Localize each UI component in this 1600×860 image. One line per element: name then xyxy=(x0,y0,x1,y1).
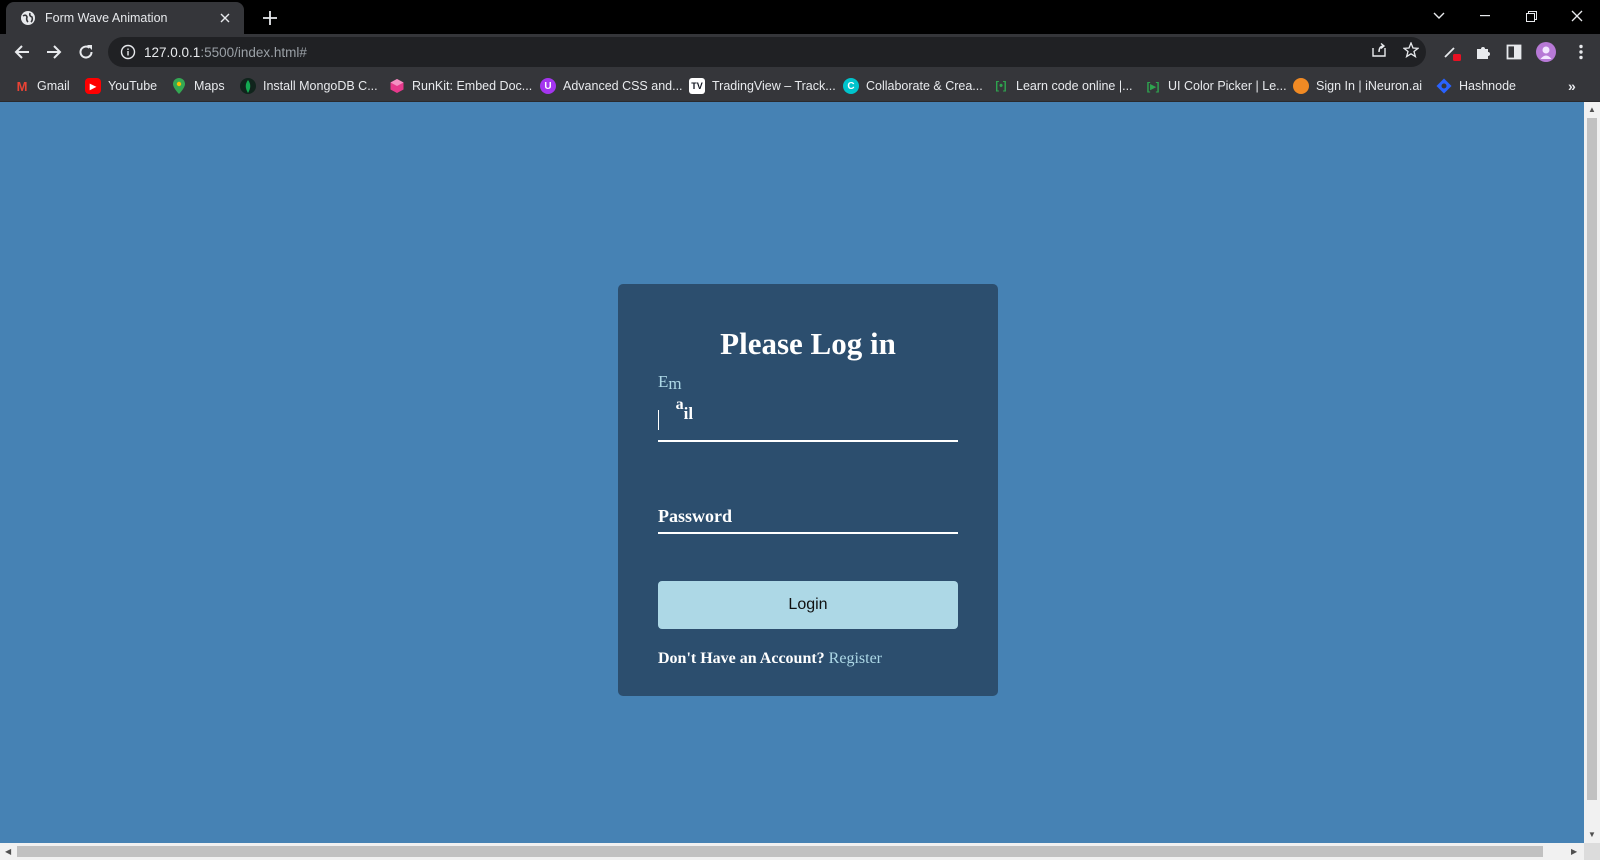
bookmark-ui-color-picker[interactable]: [▸] UI Color Picker | Le... xyxy=(1145,76,1287,96)
vertical-scrollbar[interactable]: ▲ ▼ xyxy=(1584,102,1600,843)
mongodb-icon xyxy=(240,78,256,94)
address-bar[interactable]: 127.0.0.1:5500/index.html# xyxy=(108,37,1426,67)
minimize-icon[interactable] xyxy=(1462,0,1508,32)
share-icon[interactable] xyxy=(1370,41,1388,59)
scroll-down-icon[interactable]: ▼ xyxy=(1588,831,1596,839)
url-host: 127.0.0.1 xyxy=(144,44,201,60)
browser-menu-icon[interactable] xyxy=(1571,42,1591,62)
scroll-up-icon[interactable]: ▲ xyxy=(1588,106,1596,114)
email-label-letter: a xyxy=(675,396,684,413)
register-prompt: Don't Have an Account? xyxy=(658,650,825,667)
email-field[interactable]: Email xyxy=(658,372,958,442)
more-bookmarks-icon[interactable]: » xyxy=(1568,78,1586,94)
email-label-letter: E xyxy=(658,372,669,391)
text-caret xyxy=(658,410,659,430)
password-label: Password xyxy=(658,506,733,526)
bookmark-label: Advanced CSS and... xyxy=(563,79,683,93)
bookmark-tradingview[interactable]: TV TradingView – Track... xyxy=(689,76,836,96)
tab-title: Form Wave Animation xyxy=(45,11,168,25)
register-line: Don't Have an Account? Register xyxy=(658,650,882,668)
vertical-scroll-thumb[interactable] xyxy=(1587,118,1597,800)
restore-icon[interactable] xyxy=(1508,0,1554,32)
bookmark-ineuron[interactable]: Sign In | iNeuron.ai xyxy=(1293,76,1422,96)
bookmark-star-icon[interactable] xyxy=(1402,41,1420,59)
email-label-letter: m xyxy=(668,374,682,393)
bookmark-label: Gmail xyxy=(37,79,70,93)
bookmark-label: Maps xyxy=(194,79,225,93)
register-link[interactable]: Register xyxy=(829,650,882,667)
bookmark-label: YouTube xyxy=(108,79,158,93)
side-panel-icon[interactable] xyxy=(1504,42,1524,62)
bookmark-gmail[interactable]: M Gmail xyxy=(14,76,70,96)
close-window-icon[interactable] xyxy=(1554,0,1600,32)
reload-icon[interactable] xyxy=(72,38,100,66)
email-label-letter: il xyxy=(683,404,694,423)
bookmark-scrimba[interactable]: [•] Learn code online |... xyxy=(993,76,1133,96)
bookmark-label: RunKit: Embed Doc... xyxy=(412,79,533,93)
bookmark-canva[interactable]: C Collaborate & Crea... xyxy=(843,76,983,96)
login-button[interactable]: Login xyxy=(658,581,958,629)
bookmark-label: Sign In | iNeuron.ai xyxy=(1316,79,1423,93)
bookmark-youtube[interactable]: ▶ YouTube xyxy=(85,76,157,96)
extension-pen-icon[interactable] xyxy=(1442,42,1462,62)
browser-tab[interactable]: Form Wave Animation xyxy=(6,2,244,34)
bookmark-label: Install MongoDB C... xyxy=(263,79,378,93)
tab-strip: Form Wave Animation xyxy=(0,0,1600,34)
back-icon[interactable] xyxy=(8,38,36,66)
login-heading: Please Log in xyxy=(720,326,896,361)
bookmarks-bar: M Gmail ▶ YouTube Maps Install MongoDB C… xyxy=(0,70,1600,102)
colorpicker-icon: [▸] xyxy=(1146,80,1160,93)
bookmark-udemy[interactable]: U Advanced CSS and... xyxy=(540,76,683,96)
bookmark-label: Collaborate & Crea... xyxy=(866,79,983,93)
bookmark-label: UI Color Picker | Le... xyxy=(1168,79,1287,93)
maps-icon xyxy=(171,78,187,94)
bookmark-hashnode[interactable]: Hashnode xyxy=(1436,76,1516,96)
login-card: Please Log in Email Password Login Don't… xyxy=(618,284,998,696)
scroll-left-icon[interactable]: ◀ xyxy=(5,847,13,856)
bookmark-runkit[interactable]: RunKit: Embed Doc... xyxy=(389,76,532,96)
password-underline xyxy=(658,532,958,534)
bookmark-label: TradingView – Track... xyxy=(712,79,836,93)
horizontal-scroll-thumb[interactable] xyxy=(17,846,1543,857)
new-tab-button[interactable] xyxy=(258,6,282,30)
udemy-icon: U xyxy=(540,78,556,94)
password-field[interactable]: Password xyxy=(658,464,958,534)
hashnode-icon xyxy=(1436,78,1452,94)
site-info-icon[interactable] xyxy=(120,44,136,60)
globe-icon xyxy=(20,10,36,26)
horizontal-scrollbar[interactable]: ◀ ▶ xyxy=(0,843,1584,860)
bookmark-maps[interactable]: Maps xyxy=(171,76,225,96)
runkit-icon xyxy=(389,78,405,94)
bookmark-mongodb[interactable]: Install MongoDB C... xyxy=(240,76,378,96)
scroll-right-icon[interactable]: ▶ xyxy=(1571,847,1579,856)
profile-avatar-icon[interactable] xyxy=(1536,42,1556,62)
canva-icon: C xyxy=(843,78,859,94)
url-path: :5500/index.html# xyxy=(200,44,307,60)
bookmark-label: Hashnode xyxy=(1459,79,1516,93)
youtube-icon: ▶ xyxy=(85,78,101,94)
tradingview-icon: TV xyxy=(689,78,705,94)
extensions-puzzle-icon[interactable] xyxy=(1473,42,1493,62)
scrollbar-corner xyxy=(1584,843,1600,860)
page-viewport: Please Log in Email Password Login Don't… xyxy=(0,102,1584,843)
close-tab-icon[interactable] xyxy=(216,9,234,27)
bookmark-label: Learn code online |... xyxy=(1016,79,1133,93)
email-wave-label: Email xyxy=(658,372,699,423)
ineuron-icon xyxy=(1293,78,1309,94)
tab-search-icon[interactable] xyxy=(1416,0,1462,32)
scrimba-icon: [•] xyxy=(995,80,1007,92)
forward-icon[interactable] xyxy=(40,38,68,66)
browser-toolbar: 127.0.0.1:5500/index.html# xyxy=(0,34,1600,70)
gmail-icon: M xyxy=(16,78,28,94)
email-underline xyxy=(658,440,958,442)
